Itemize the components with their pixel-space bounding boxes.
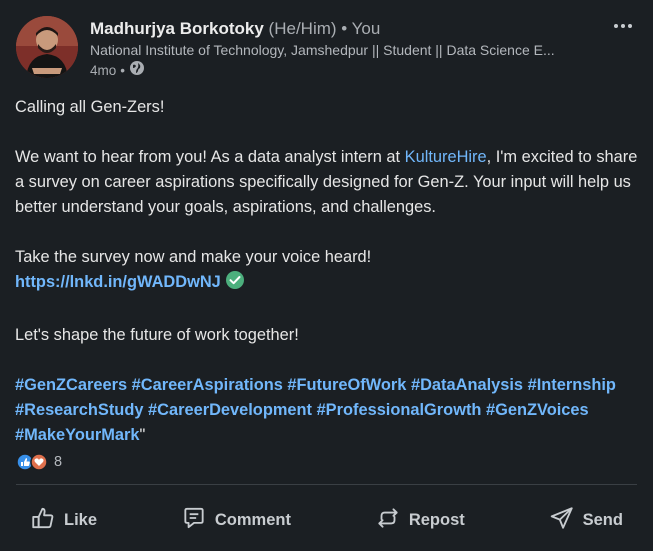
cta-text: Take the survey now and make your voice … xyxy=(15,248,372,266)
divider xyxy=(16,484,637,485)
author-pronouns: (He/Him) xyxy=(268,19,337,38)
hashtag-link[interactable]: #FutureOfWork xyxy=(287,376,406,394)
you-label: • You xyxy=(341,19,381,38)
thumbs-up-icon xyxy=(30,505,56,536)
more-options-icon[interactable] xyxy=(609,14,637,38)
comment-label: Comment xyxy=(214,510,291,529)
hashtag-link[interactable]: #CareerDevelopment xyxy=(148,401,312,419)
post-paragraph: We want to hear from you! As a data anal… xyxy=(15,145,640,220)
repost-icon xyxy=(375,505,401,536)
hashtag-link[interactable]: #MakeYourMark xyxy=(15,426,140,444)
send-label: Send xyxy=(582,510,623,529)
hashtag-list: #GenZCareers #CareerAspirations #FutureO… xyxy=(15,373,640,448)
repost-label: Repost xyxy=(408,510,465,529)
author-headline: National Institute of Technology, Jamshe… xyxy=(90,42,555,58)
post-cta: Take the survey now and make your voice … xyxy=(15,245,640,298)
repost-button[interactable]: Repost xyxy=(361,497,479,544)
company-mention-link[interactable]: KultureHire xyxy=(405,148,487,166)
post-time: 4mo xyxy=(90,63,117,78)
like-button[interactable]: Like xyxy=(16,497,111,544)
post-paragraph-start: We want to hear from you! As a data anal… xyxy=(15,148,405,166)
hashtag-link[interactable]: #GenZVoices xyxy=(486,401,589,419)
survey-link[interactable]: https://lnkd.in/gWADDwNJ xyxy=(15,273,221,291)
author-avatar[interactable] xyxy=(16,16,78,78)
love-reaction-icon xyxy=(30,453,48,471)
meta-separator: • xyxy=(120,63,125,78)
hashtag-link[interactable]: #GenZCareers xyxy=(15,376,127,394)
hashtag-link[interactable]: #ProfessionalGrowth xyxy=(317,401,482,419)
send-icon xyxy=(549,505,575,536)
post-header: Madhurjya Borkotoky (He/Him) • You Natio… xyxy=(16,14,637,84)
hashtag-link[interactable]: #DataAnalysis xyxy=(411,376,523,394)
hashtag-link[interactable]: #Internship xyxy=(528,376,616,394)
like-label: Like xyxy=(64,510,98,529)
reaction-count[interactable]: 8 xyxy=(54,454,62,470)
hashtag-link[interactable]: #ResearchStudy xyxy=(15,401,143,419)
send-button[interactable]: Send xyxy=(535,497,637,544)
post-actions: Like Comment Repost Send xyxy=(16,494,637,546)
verified-check-icon xyxy=(225,270,245,298)
comment-icon xyxy=(181,505,207,536)
post-closing: Let's shape the future of work together! xyxy=(15,326,299,344)
hashtag-link[interactable]: #CareerAspirations xyxy=(132,376,283,394)
globe-icon xyxy=(129,60,145,82)
comment-button[interactable]: Comment xyxy=(167,497,305,544)
reactions-summary[interactable]: 8 xyxy=(16,453,62,471)
post-intro: Calling all Gen-Zers! xyxy=(15,98,165,116)
author-name[interactable]: Madhurjya Borkotoky xyxy=(90,19,264,38)
post-meta: 4mo • xyxy=(90,60,597,82)
trailing-quote: " xyxy=(139,426,146,444)
post-body: Calling all Gen-Zers! We want to hear fr… xyxy=(15,95,640,473)
